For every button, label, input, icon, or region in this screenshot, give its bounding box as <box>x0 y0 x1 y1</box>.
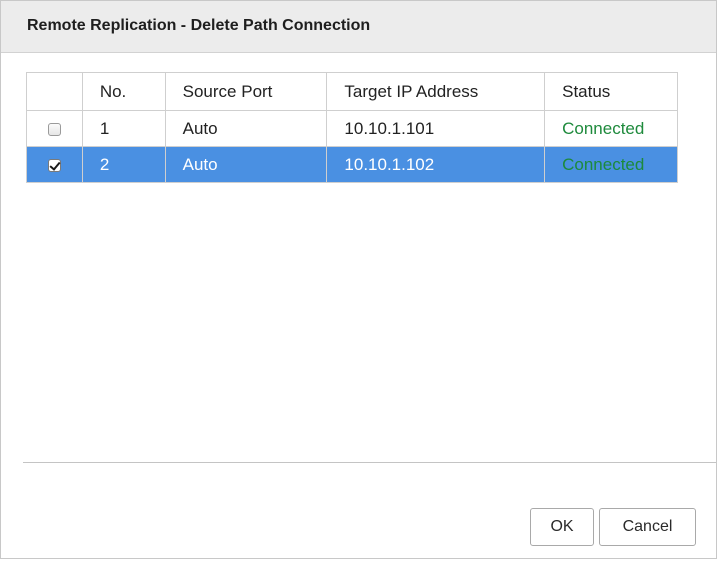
row-checkbox-cell[interactable] <box>26 146 83 183</box>
dialog-title: Remote Replication - Delete Path Connect… <box>27 17 371 34</box>
path-connection-table: No. Source Port Target IP Address Status… <box>26 72 678 183</box>
delete-path-connection-dialog: Remote Replication - Delete Path Connect… <box>0 0 717 559</box>
table-header-row: No. Source Port Target IP Address Status <box>26 72 678 111</box>
cell-source-port: Auto <box>164 146 328 183</box>
cell-source-port: Auto <box>164 110 328 147</box>
cell-target-ip: 10.10.1.101 <box>326 110 546 147</box>
cell-no: 1 <box>81 110 166 147</box>
cell-target-ip: 10.10.1.102 <box>326 146 546 183</box>
row-checkbox[interactable] <box>47 158 61 172</box>
footer-divider <box>23 462 716 463</box>
cell-no: 2 <box>81 146 166 183</box>
table-row[interactable]: 2 Auto 10.10.1.102 Connected <box>26 146 678 183</box>
dialog-titlebar: Remote Replication - Delete Path Connect… <box>1 1 716 53</box>
column-header-target-ip[interactable]: Target IP Address <box>326 72 546 111</box>
row-checkbox[interactable] <box>47 122 61 136</box>
cell-status: Connected <box>544 110 678 147</box>
column-header-no[interactable]: No. <box>81 72 166 111</box>
ok-button[interactable]: OK <box>530 508 594 546</box>
table-row[interactable]: 1 Auto 10.10.1.101 Connected <box>26 110 678 147</box>
cell-status: Connected <box>544 146 678 183</box>
column-header-source-port[interactable]: Source Port <box>164 72 328 111</box>
column-header-select <box>26 72 83 111</box>
row-checkbox-cell[interactable] <box>26 110 83 147</box>
column-header-status[interactable]: Status <box>544 72 678 111</box>
cancel-button[interactable]: Cancel <box>599 508 696 546</box>
